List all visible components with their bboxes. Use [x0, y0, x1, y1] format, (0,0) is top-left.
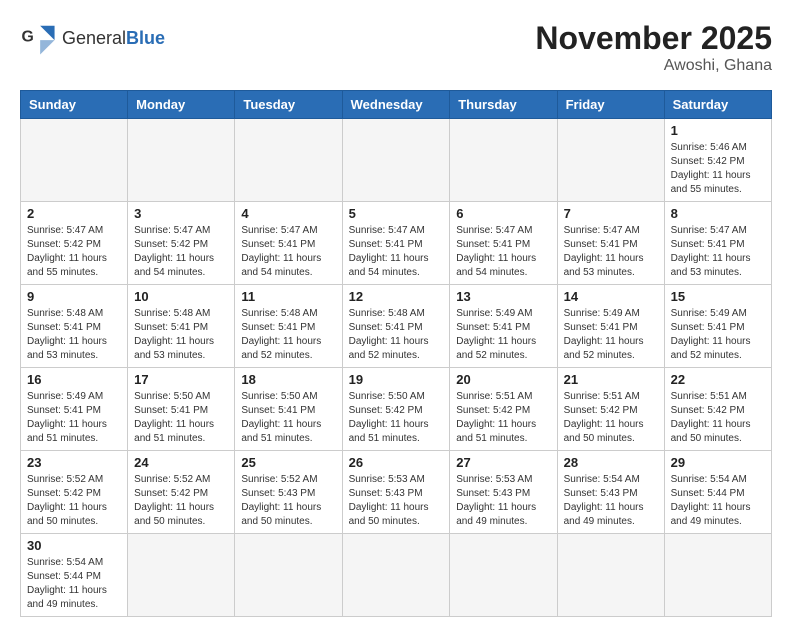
empty-cell [557, 534, 664, 617]
empty-cell [664, 534, 771, 617]
empty-cell [128, 119, 235, 202]
month-year-title: November 2025 [535, 20, 772, 57]
day-25: 25 Sunrise: 5:52 AMSunset: 5:43 PMDaylig… [235, 451, 342, 534]
calendar-row-1: 1 Sunrise: 5:46 AM Sunset: 5:42 PM Dayli… [21, 119, 772, 202]
day-12: 12 Sunrise: 5:48 AMSunset: 5:41 PMDaylig… [342, 285, 450, 368]
empty-cell [450, 534, 557, 617]
day-4: 4 Sunrise: 5:47 AMSunset: 5:41 PMDayligh… [235, 202, 342, 285]
day-28: 28 Sunrise: 5:54 AMSunset: 5:43 PMDaylig… [557, 451, 664, 534]
day-29: 29 Sunrise: 5:54 AMSunset: 5:44 PMDaylig… [664, 451, 771, 534]
header-monday: Monday [128, 91, 235, 119]
calendar-row-5: 23 Sunrise: 5:52 AMSunset: 5:42 PMDaylig… [21, 451, 772, 534]
day-5: 5 Sunrise: 5:47 AMSunset: 5:41 PMDayligh… [342, 202, 450, 285]
weekday-header-row: Sunday Monday Tuesday Wednesday Thursday… [21, 91, 772, 119]
day-11: 11 Sunrise: 5:48 AMSunset: 5:41 PMDaylig… [235, 285, 342, 368]
header-thursday: Thursday [450, 91, 557, 119]
header-tuesday: Tuesday [235, 91, 342, 119]
day-21: 21 Sunrise: 5:51 AMSunset: 5:42 PMDaylig… [557, 368, 664, 451]
day-17: 17 Sunrise: 5:50 AMSunset: 5:41 PMDaylig… [128, 368, 235, 451]
empty-cell [557, 119, 664, 202]
day-8: 8 Sunrise: 5:47 AMSunset: 5:41 PMDayligh… [664, 202, 771, 285]
title-section: November 2025 Awoshi, Ghana [535, 20, 772, 75]
day-26: 26 Sunrise: 5:53 AMSunset: 5:43 PMDaylig… [342, 451, 450, 534]
day-30: 30 Sunrise: 5:54 AMSunset: 5:44 PMDaylig… [21, 534, 128, 617]
empty-cell [342, 119, 450, 202]
day-20: 20 Sunrise: 5:51 AMSunset: 5:42 PMDaylig… [450, 368, 557, 451]
day-1: 1 Sunrise: 5:46 AM Sunset: 5:42 PM Dayli… [664, 119, 771, 202]
day-13: 13 Sunrise: 5:49 AMSunset: 5:41 PMDaylig… [450, 285, 557, 368]
empty-cell [450, 119, 557, 202]
empty-cell [235, 534, 342, 617]
day-6: 6 Sunrise: 5:47 AMSunset: 5:41 PMDayligh… [450, 202, 557, 285]
day-7: 7 Sunrise: 5:47 AMSunset: 5:41 PMDayligh… [557, 202, 664, 285]
day-27: 27 Sunrise: 5:53 AMSunset: 5:43 PMDaylig… [450, 451, 557, 534]
day-14: 14 Sunrise: 5:49 AMSunset: 5:41 PMDaylig… [557, 285, 664, 368]
header-friday: Friday [557, 91, 664, 119]
calendar-table: Sunday Monday Tuesday Wednesday Thursday… [20, 90, 772, 617]
empty-cell [21, 119, 128, 202]
day-9: 9 Sunrise: 5:48 AMSunset: 5:41 PMDayligh… [21, 285, 128, 368]
page-header: G GeneralBlue November 2025 Awoshi, Ghan… [20, 20, 772, 75]
header-sunday: Sunday [21, 91, 128, 119]
empty-cell [128, 534, 235, 617]
logo-text: GeneralBlue [62, 28, 165, 49]
calendar-row-6 last-row: 30 Sunrise: 5:54 AMSunset: 5:44 PMDaylig… [21, 534, 772, 617]
calendar-row-3: 9 Sunrise: 5:48 AMSunset: 5:41 PMDayligh… [21, 285, 772, 368]
header-saturday: Saturday [664, 91, 771, 119]
svg-text:G: G [21, 29, 33, 46]
empty-cell [235, 119, 342, 202]
day-19: 19 Sunrise: 5:50 AMSunset: 5:42 PMDaylig… [342, 368, 450, 451]
calendar-row-4: 16 Sunrise: 5:49 AMSunset: 5:41 PMDaylig… [21, 368, 772, 451]
day-15: 15 Sunrise: 5:49 AMSunset: 5:41 PMDaylig… [664, 285, 771, 368]
day-2: 2 Sunrise: 5:47 AMSunset: 5:42 PMDayligh… [21, 202, 128, 285]
day-22: 22 Sunrise: 5:51 AMSunset: 5:42 PMDaylig… [664, 368, 771, 451]
day-3: 3 Sunrise: 5:47 AMSunset: 5:42 PMDayligh… [128, 202, 235, 285]
empty-cell [342, 534, 450, 617]
day-18: 18 Sunrise: 5:50 AMSunset: 5:41 PMDaylig… [235, 368, 342, 451]
logo: G GeneralBlue [20, 20, 165, 56]
logo-icon: G [20, 20, 56, 56]
day-24: 24 Sunrise: 5:52 AMSunset: 5:42 PMDaylig… [128, 451, 235, 534]
location-subtitle: Awoshi, Ghana [535, 57, 772, 75]
header-wednesday: Wednesday [342, 91, 450, 119]
day-10: 10 Sunrise: 5:48 AMSunset: 5:41 PMDaylig… [128, 285, 235, 368]
calendar-row-2: 2 Sunrise: 5:47 AMSunset: 5:42 PMDayligh… [21, 202, 772, 285]
day-23: 23 Sunrise: 5:52 AMSunset: 5:42 PMDaylig… [21, 451, 128, 534]
day-16: 16 Sunrise: 5:49 AMSunset: 5:41 PMDaylig… [21, 368, 128, 451]
